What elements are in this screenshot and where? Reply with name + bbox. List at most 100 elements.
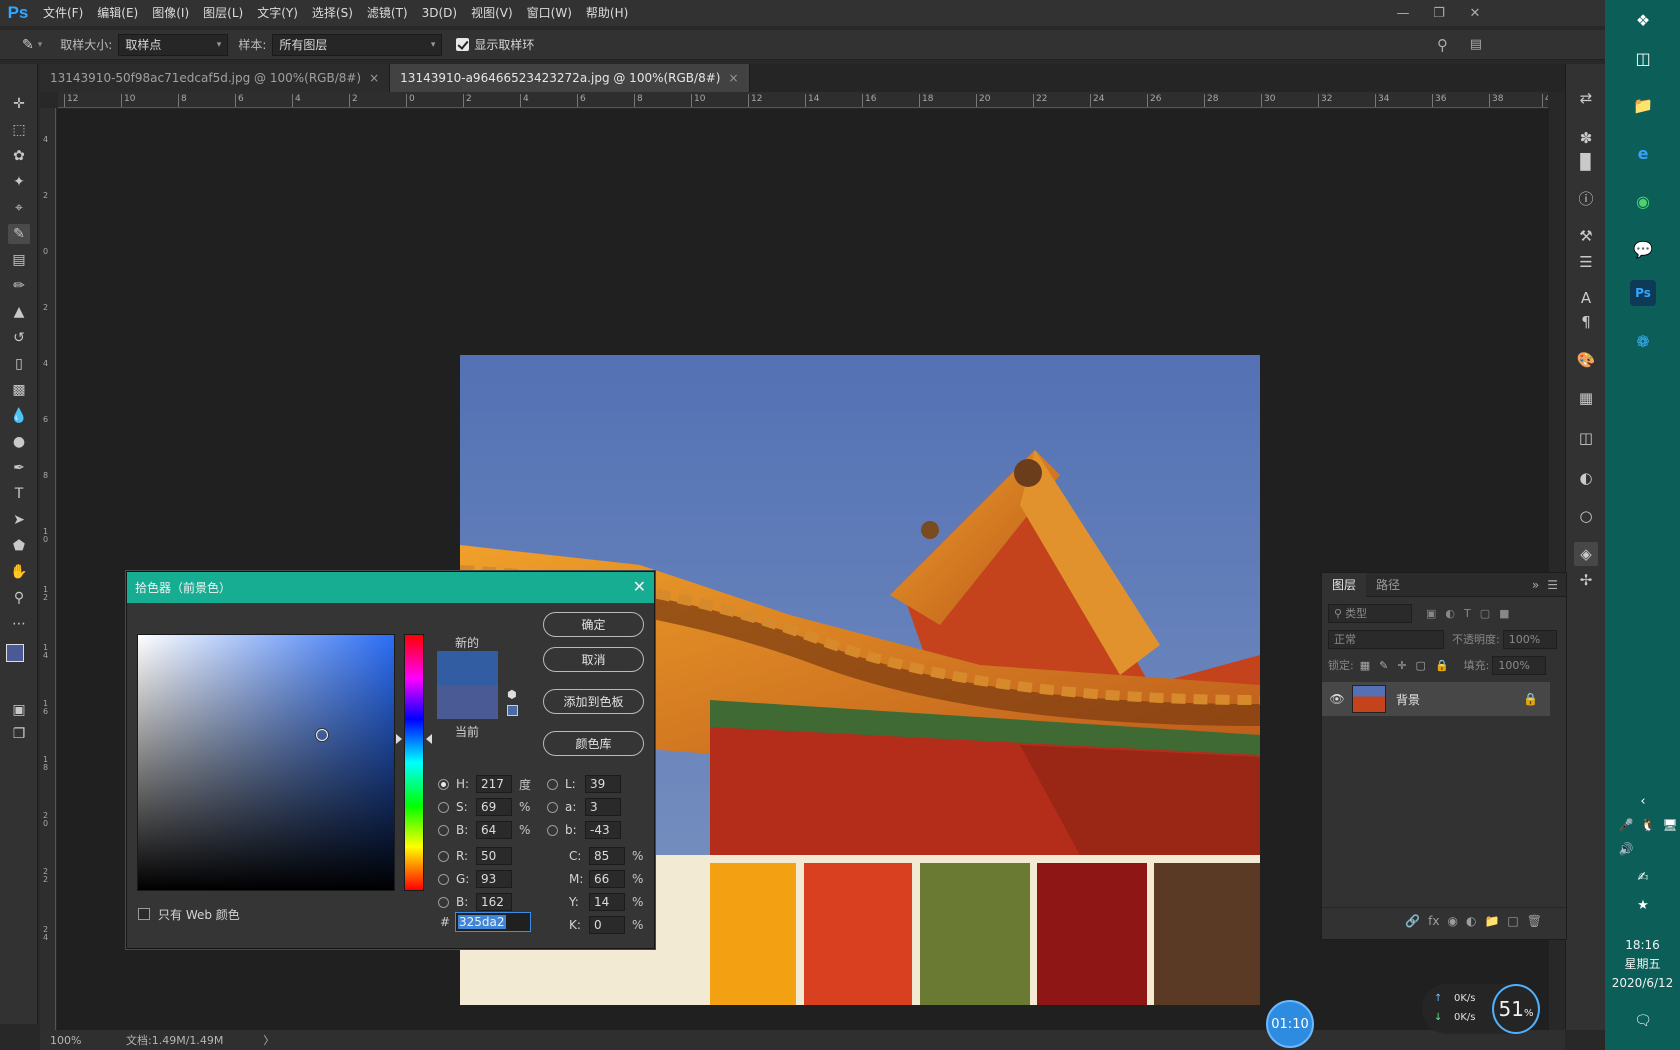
quick-mask-icon[interactable]: ▣ [8, 700, 30, 720]
color-icon[interactable]: 🎨 [1574, 348, 1598, 372]
crop-tool-icon[interactable]: ⌖ [8, 198, 30, 218]
brightness-input[interactable]: 64 [476, 821, 512, 839]
lab-a-input[interactable]: 3 [585, 798, 621, 816]
tray-expand-icon[interactable]: ‹ [1630, 788, 1656, 814]
sample-size-select[interactable]: 取样点 ▾ [118, 33, 229, 56]
workspace-icon[interactable]: ▤ [1470, 37, 1482, 52]
eye-icon[interactable]: 👁 [1322, 692, 1352, 706]
menu-view[interactable]: 视图(V) [464, 0, 520, 26]
brightness-radio[interactable] [438, 824, 449, 836]
menu-image[interactable]: 图像(I) [145, 0, 196, 26]
red-input[interactable]: 50 [476, 847, 512, 865]
hue-slider-left-arrow[interactable] [396, 734, 402, 744]
hue-slider[interactable] [404, 634, 424, 891]
lab-a-radio[interactable] [547, 801, 558, 813]
saturation-radio[interactable] [438, 801, 449, 813]
current-color-swatch[interactable] [437, 685, 498, 719]
hex-input[interactable]: 325da2 [455, 912, 531, 932]
character-icon[interactable]: A [1574, 286, 1598, 310]
paragraph-icon[interactable]: ¶ [1574, 310, 1598, 334]
history-brush-tool-icon[interactable]: ↺ [8, 328, 30, 348]
network-icon[interactable]: 🖥 [1657, 812, 1680, 838]
menu-window[interactable]: 窗口(W) [520, 0, 579, 26]
eraser-tool-icon[interactable]: ▯ [8, 354, 30, 374]
chevron-down-icon[interactable]: ▾ [38, 40, 43, 50]
document-tab-active[interactable]: 13143910-a96466523423272a.jpg @ 100%(RGB… [390, 64, 750, 92]
gamut-cube-icon[interactable]: ⬢ [507, 688, 517, 701]
fill-input[interactable]: 100% [1492, 655, 1547, 675]
history-icon[interactable]: ⇄ [1574, 86, 1598, 110]
windows-start-icon[interactable]: ❖ [1630, 7, 1656, 33]
lock-icons[interactable]: ▦✎✛▢🔒 [1360, 659, 1458, 672]
marquee-tool-icon[interactable]: ⬚ [8, 120, 30, 140]
file-explorer-icon[interactable]: 📁 [1630, 92, 1656, 118]
color-libraries-button[interactable]: 颜色库 [543, 731, 644, 756]
green-radio[interactable] [438, 873, 449, 885]
lab-b-input[interactable]: -43 [585, 821, 621, 839]
edge-browser-icon[interactable]: e [1630, 140, 1656, 166]
hue-radio[interactable] [438, 778, 449, 790]
brush-tool-icon[interactable]: ✏ [8, 276, 30, 296]
layer-filter-select[interactable]: ⚲ 类型 [1328, 603, 1412, 623]
pen-tool-icon[interactable]: ✒ [8, 458, 30, 478]
menu-filter[interactable]: 滤镜(T) [360, 0, 415, 26]
libraries-icon[interactable]: ◫ [1574, 426, 1598, 450]
adjustments-icon[interactable]: ◐ [1574, 466, 1598, 490]
saturation-input[interactable]: 69 [476, 798, 512, 816]
status-arrow-icon[interactable]: 〉 [263, 1032, 274, 1048]
opacity-input[interactable]: 100% [1502, 629, 1557, 649]
menu-type[interactable]: 文字(Y) [250, 0, 305, 26]
styles-icon[interactable]: ○ [1574, 504, 1598, 528]
type-tool-icon[interactable]: T [8, 484, 30, 504]
healing-brush-tool-icon[interactable]: ▤ [8, 250, 30, 270]
volume-icon[interactable]: 🔊 [1613, 836, 1639, 862]
new-layer-icon[interactable]: □ [1507, 914, 1518, 928]
paths-icon[interactable]: ✢ [1574, 568, 1598, 592]
menu-help[interactable]: 帮助(H) [579, 0, 635, 26]
more-tools-icon[interactable]: ⋯ [8, 614, 30, 634]
network-speed-widget[interactable]: ↑ 0K/s ↓ 0K/s 51 % [1422, 984, 1540, 1034]
web-safe-swatch[interactable] [507, 705, 518, 716]
pen-tray-icon[interactable]: ✍ [1630, 864, 1656, 890]
eyedropper-tool-icon[interactable]: ✎ [8, 224, 30, 244]
screen-mode-icon[interactable]: ❐ [8, 724, 30, 744]
mask-icon[interactable]: ◉ [1448, 914, 1458, 928]
zoom-tool-icon[interactable]: ⚲ [8, 588, 30, 608]
link-icon[interactable]: 🔗 [1405, 914, 1420, 928]
folder-icon[interactable]: 📁 [1484, 914, 1499, 928]
hue-input[interactable]: 217 [476, 775, 512, 793]
cancel-button[interactable]: 取消 [543, 647, 644, 672]
sample-select[interactable]: 所有图层 ▾ [272, 33, 443, 56]
gradient-tool-icon[interactable]: ▩ [8, 380, 30, 400]
eyedropper-icon[interactable]: ✎ [22, 37, 34, 53]
stamp-tool-icon[interactable]: ▲ [8, 302, 30, 322]
collapse-icon[interactable]: » [1532, 578, 1539, 592]
shape-tool-icon[interactable]: ⬟ [8, 536, 30, 556]
lab-l-input[interactable]: 39 [585, 775, 621, 793]
fx-icon[interactable]: fx [1428, 914, 1439, 928]
web-only-checkbox[interactable] [138, 908, 150, 920]
minimize-button[interactable]: — [1385, 0, 1421, 26]
close-icon[interactable]: × [728, 71, 738, 85]
saturation-brightness-field[interactable] [137, 634, 395, 891]
document-tab[interactable]: 13143910-50f98ac71edcaf5d.jpg @ 100%(RGB… [40, 64, 391, 92]
menu-layer[interactable]: 图层(L) [196, 0, 250, 26]
wechat-icon[interactable]: 💬 [1630, 236, 1656, 262]
brush-settings-icon[interactable]: ✽ [1574, 126, 1598, 150]
blue-radio[interactable] [438, 896, 449, 908]
swatches-icon[interactable]: ▦ [1574, 386, 1598, 410]
layers-icon[interactable]: ◈ [1574, 542, 1598, 566]
show-ring-checkbox[interactable] [456, 38, 470, 51]
properties-icon[interactable]: ☰ [1574, 250, 1598, 274]
restore-button[interactable]: ❐ [1421, 0, 1457, 26]
histogram-icon[interactable]: ▉ [1574, 150, 1598, 174]
layer-row[interactable]: 👁 背景 🔒 [1322, 682, 1550, 716]
tab-paths[interactable]: 路径 [1366, 573, 1410, 597]
tab-layers[interactable]: 图层 [1322, 572, 1367, 597]
red-radio[interactable] [438, 850, 449, 862]
path-selection-tool-icon[interactable]: ➤ [8, 510, 30, 530]
green-input[interactable]: 93 [476, 870, 512, 888]
ime-icon[interactable]: ★ [1630, 892, 1656, 918]
blue-input[interactable]: 162 [476, 893, 512, 911]
lasso-tool-icon[interactable]: ✿ [8, 146, 30, 166]
